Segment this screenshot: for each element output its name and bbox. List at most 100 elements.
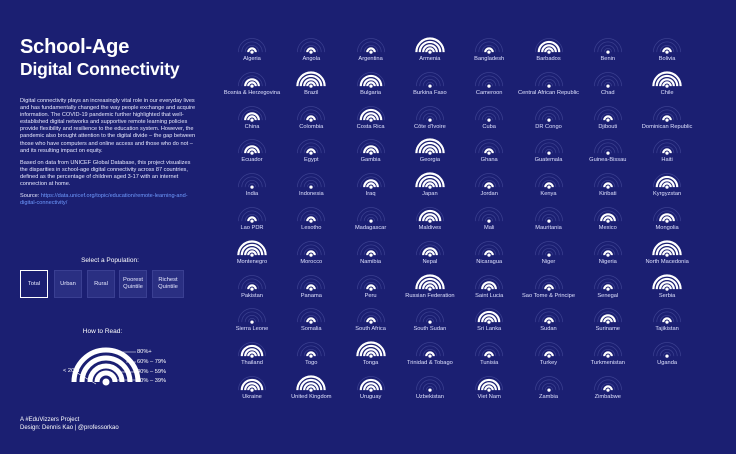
- country-cell-turkmenistan[interactable]: Turkmenistan: [578, 340, 638, 378]
- country-cell-djibouti[interactable]: Djibouti: [578, 104, 638, 142]
- country-cell-trinidad-tobago[interactable]: Trinidad & Tobago: [400, 340, 460, 378]
- country-cell-mexico[interactable]: Mexico: [578, 205, 638, 243]
- country-cell-bolivia[interactable]: Bolivia: [637, 36, 697, 74]
- country-cell-zambia[interactable]: Zambia: [519, 374, 579, 412]
- country-cell-cameroon[interactable]: Cameroon: [459, 70, 519, 108]
- country-cell-namibia[interactable]: Namibia: [341, 239, 401, 277]
- country-cell-india[interactable]: India: [222, 171, 282, 209]
- country-cell-tajikistan[interactable]: Tajikistan: [637, 306, 697, 344]
- country-cell-iraq[interactable]: Iraq: [341, 171, 401, 209]
- source-link[interactable]: https://data.unicef.org/topic/education/…: [20, 193, 188, 206]
- country-cell-suriname[interactable]: Suriname: [578, 306, 638, 344]
- population-button-poorest-quintile[interactable]: Poorest Quintile: [119, 270, 147, 298]
- country-cell-ecuador[interactable]: Ecuador: [222, 137, 282, 175]
- population-button-urban[interactable]: Urban: [54, 270, 82, 298]
- country-cell-dr-congo[interactable]: DR Congo: [519, 104, 579, 142]
- country-cell-morocco[interactable]: Morocco: [281, 239, 341, 277]
- country-cell-kiribati[interactable]: Kiribati: [578, 171, 638, 209]
- country-cell-mali[interactable]: Mali: [459, 205, 519, 243]
- country-cell-kenya[interactable]: Kenya: [519, 171, 579, 209]
- country-cell-jordan[interactable]: Jordan: [459, 171, 519, 209]
- country-cell-united-kingdom[interactable]: United Kingdom: [281, 374, 341, 412]
- country-cell-sao-tome-principe[interactable]: Sao Tome & Principe: [519, 273, 579, 311]
- country-cell-ghana[interactable]: Ghana: [459, 137, 519, 175]
- country-cell-tonga[interactable]: Tonga: [341, 340, 401, 378]
- wifi-dot: [428, 50, 432, 54]
- country-cell-saint-lucia[interactable]: Saint Lucia: [459, 273, 519, 311]
- country-cell-nepal[interactable]: Nepal: [400, 239, 460, 277]
- population-button-rural[interactable]: Rural: [87, 270, 115, 298]
- country-cell-nicaragua[interactable]: Nicaragua: [459, 239, 519, 277]
- country-cell-kyrgyzstan[interactable]: Kyrgyzstan: [637, 171, 697, 209]
- country-cell-mauritania[interactable]: Mauritania: [519, 205, 579, 243]
- country-cell-argentina[interactable]: Argentina: [341, 36, 401, 74]
- country-cell-lao-pdr[interactable]: Lao PDR: [222, 205, 282, 243]
- country-cell-japan[interactable]: Japan: [400, 171, 460, 209]
- country-cell-chad[interactable]: Chad: [578, 70, 638, 108]
- country-cell-madagascar[interactable]: Madagascar: [341, 205, 401, 243]
- country-cell-mongolia[interactable]: Mongolia: [637, 205, 697, 243]
- country-cell-uruguay[interactable]: Uruguay: [341, 374, 401, 412]
- country-cell-benin[interactable]: Benin: [578, 36, 638, 74]
- country-cell-nigeria[interactable]: Nigeria: [578, 239, 638, 277]
- country-cell-viet-nam[interactable]: Viet Nam: [459, 374, 519, 412]
- country-cell-cuba[interactable]: Cuba: [459, 104, 519, 142]
- country-cell-sierra-leone[interactable]: Sierra Leone: [222, 306, 282, 344]
- population-button-richest-quintile[interactable]: Richest Quintile: [152, 270, 184, 298]
- country-cell-bosnia-herzegovina[interactable]: Bosnia & Herzegovina: [222, 70, 282, 108]
- country-cell-burkina-faso[interactable]: Burkina Faso: [400, 70, 460, 108]
- country-cell-chile[interactable]: Chile: [637, 70, 697, 108]
- country-cell-senegal[interactable]: Senegal: [578, 273, 638, 311]
- country-cell-barbados[interactable]: Barbados: [519, 36, 579, 74]
- population-button-total[interactable]: Total: [20, 270, 48, 298]
- country-cell-colombia[interactable]: Colombia: [281, 104, 341, 142]
- country-cell-turkey[interactable]: Turkey: [519, 340, 579, 378]
- country-cell-maldives[interactable]: Maldives: [400, 205, 460, 243]
- country-cell-north-macedonia[interactable]: North Macedonia: [637, 239, 697, 277]
- country-cell-guatemala[interactable]: Guatemala: [519, 137, 579, 175]
- country-cell-lesotho[interactable]: Lesotho: [281, 205, 341, 243]
- wifi-dot: [428, 388, 432, 392]
- country-cell-algeria[interactable]: Algeria: [222, 36, 282, 74]
- country-cell-sri-lanka[interactable]: Sri Lanka: [459, 306, 519, 344]
- country-cell-brazil[interactable]: Brazil: [281, 70, 341, 108]
- country-cell-c-te-d-ivoire[interactable]: Côte d'Ivoire: [400, 104, 460, 142]
- country-cell-somalia[interactable]: Somalia: [281, 306, 341, 344]
- country-cell-bulgaria[interactable]: Bulgaria: [341, 70, 401, 108]
- country-cell-ukraine[interactable]: Ukraine: [222, 374, 282, 412]
- country-cell-gambia[interactable]: Gambia: [341, 137, 401, 175]
- country-cell-togo[interactable]: Togo: [281, 340, 341, 378]
- wifi-icon: [593, 342, 622, 358]
- country-cell-zimbabwe[interactable]: Zimbabwe: [578, 374, 638, 412]
- wifi-icon: [297, 173, 326, 189]
- country-cell-china[interactable]: China: [222, 104, 282, 142]
- country-cell-georgia[interactable]: Georgia: [400, 137, 460, 175]
- country-cell-south-sudan[interactable]: South Sudan: [400, 306, 460, 344]
- country-cell-montenegro[interactable]: Montenegro: [222, 239, 282, 277]
- country-cell-haiti[interactable]: Haiti: [637, 137, 697, 175]
- wifi-dot: [487, 320, 491, 325]
- country-cell-thailand[interactable]: Thailand: [222, 340, 282, 378]
- country-cell-dominican-republic[interactable]: Dominican Republic: [637, 104, 697, 142]
- country-cell-uzbekistan[interactable]: Uzbekistan: [400, 374, 460, 412]
- footer-credit: Design: Dennis Kao | @professorkao: [20, 424, 119, 431]
- country-cell-costa-rica[interactable]: Costa Rica: [341, 104, 401, 142]
- country-cell-angola[interactable]: Angola: [281, 36, 341, 74]
- country-label: Chile: [660, 89, 674, 96]
- country-cell-egypt[interactable]: Egypt: [281, 137, 341, 175]
- country-cell-bangladesh[interactable]: Bangladesh: [459, 36, 519, 74]
- country-cell-tunisia[interactable]: Tunisia: [459, 340, 519, 378]
- country-cell-russian-federation[interactable]: Russian Federation: [400, 273, 460, 311]
- country-cell-niger[interactable]: Niger: [519, 239, 579, 277]
- country-cell-serbia[interactable]: Serbia: [637, 273, 697, 311]
- country-cell-uganda[interactable]: Uganda: [637, 340, 697, 378]
- country-cell-panama[interactable]: Panama: [281, 273, 341, 311]
- country-cell-armenia[interactable]: Armenia: [400, 36, 460, 74]
- country-cell-south-africa[interactable]: South Africa: [341, 306, 401, 344]
- country-cell-central-african-republic[interactable]: Central African Republic: [518, 70, 579, 108]
- country-cell-pakistan[interactable]: Pakistan: [222, 273, 282, 311]
- country-cell-indonesia[interactable]: Indonesia: [281, 171, 341, 209]
- country-cell-peru[interactable]: Peru: [341, 273, 401, 311]
- country-cell-sudan[interactable]: Sudan: [519, 306, 579, 344]
- country-cell-guinea-bissau[interactable]: Guinea-Bissau: [578, 137, 638, 175]
